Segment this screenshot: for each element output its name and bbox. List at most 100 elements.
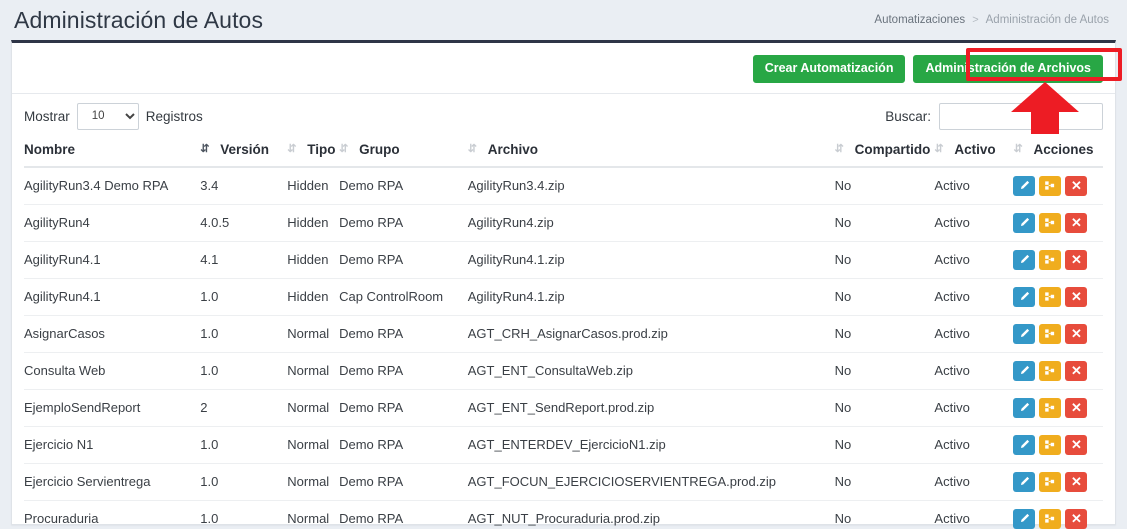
column-header-archivo[interactable]: ⇵ Archivo [468,136,835,167]
sort-icon-compartido[interactable]: ⇵ [835,144,849,155]
edit-icon[interactable] [1013,361,1035,381]
page-header: Administración de Autos Automatizaciones… [0,0,1127,40]
share-icon[interactable] [1039,361,1061,381]
column-label-tipo: Tipo [307,142,335,157]
cell-activo: Activo [934,278,1013,315]
action-button-group: ✕ [1013,472,1103,492]
sort-icon-grupo[interactable]: ⇵ [339,144,353,155]
share-icon[interactable] [1039,324,1061,344]
edit-icon[interactable] [1013,324,1035,344]
cell-acciones: ✕ [1013,500,1103,529]
cell-version: 4.0.5 [200,204,287,241]
page-title: Administración de Autos [14,7,263,34]
share-icon[interactable] [1039,398,1061,418]
page-length-label-lead: Mostrar [24,109,70,124]
sort-icon-acciones[interactable]: ⇵ [1013,144,1027,155]
cell-tipo: Hidden [287,204,339,241]
column-header-compartido[interactable]: ⇵ Compartido [835,136,935,167]
edit-icon[interactable] [1013,398,1035,418]
delete-icon[interactable]: ✕ [1065,472,1087,492]
table-row: Procuraduria1.0NormalDemo RPAAGT_NUT_Pro… [24,500,1103,529]
cell-grupo: Demo RPA [339,352,468,389]
delete-glyph: ✕ [1071,253,1082,266]
cell-compartido: No [835,426,935,463]
delete-glyph: ✕ [1071,290,1082,303]
cell-version: 1.0 [200,500,287,529]
delete-icon[interactable]: ✕ [1065,398,1087,418]
column-header-tipo[interactable]: ⇵ Tipo [287,136,339,167]
share-icon[interactable] [1039,213,1061,233]
column-header-nombre[interactable]: Nombre [24,136,200,167]
action-button-group: ✕ [1013,324,1103,344]
cell-version: 2 [200,389,287,426]
share-icon[interactable] [1039,472,1061,492]
column-header-activo[interactable]: ⇵ Activo [934,136,1013,167]
crear-automatizacion-button[interactable]: Crear Automatización [753,55,906,83]
cell-version: 1.0 [200,278,287,315]
cell-archivo: AgilityRun4.1.zip [468,278,835,315]
table-row: AgilityRun3.4 Demo RPA3.4HiddenDemo RPAA… [24,167,1103,205]
delete-icon[interactable]: ✕ [1065,287,1087,307]
breadcrumb-item-automatizaciones[interactable]: Automatizaciones [874,14,965,26]
sort-icon-activo[interactable]: ⇵ [934,144,948,155]
action-button-group: ✕ [1013,287,1103,307]
action-button-group: ✕ [1013,250,1103,270]
sort-icon-archivo[interactable]: ⇵ [468,144,482,155]
share-icon[interactable] [1039,509,1061,529]
edit-icon[interactable] [1013,435,1035,455]
edit-icon[interactable] [1013,287,1035,307]
delete-icon[interactable]: ✕ [1065,361,1087,381]
share-icon[interactable] [1039,435,1061,455]
cell-nombre: EjemploSendReport [24,389,200,426]
cell-grupo: Demo RPA [339,315,468,352]
sort-icon-tipo[interactable]: ⇵ [287,144,301,155]
table-row: Ejercicio Servientrega1.0NormalDemo RPAA… [24,463,1103,500]
share-icon[interactable] [1039,250,1061,270]
cell-archivo: AgilityRun4.zip [468,204,835,241]
cell-activo: Activo [934,241,1013,278]
column-label-grupo: Grupo [359,142,400,157]
column-label-nombre: Nombre [24,142,75,157]
action-button-group: ✕ [1013,398,1103,418]
search-input[interactable] [939,103,1103,130]
table-row: Consulta Web1.0NormalDemo RPAAGT_ENT_Con… [24,352,1103,389]
cell-acciones: ✕ [1013,204,1103,241]
share-icon[interactable] [1039,287,1061,307]
delete-icon[interactable]: ✕ [1065,324,1087,344]
edit-icon[interactable] [1013,176,1035,196]
administracion-de-archivos-button[interactable]: Administración de Archivos [913,55,1103,83]
cell-nombre: Ejercicio Servientrega [24,463,200,500]
edit-icon[interactable] [1013,472,1035,492]
column-label-version: Versión [220,142,269,157]
table-row: Ejercicio N11.0NormalDemo RPAAGT_ENTERDE… [24,426,1103,463]
cell-grupo: Demo RPA [339,426,468,463]
column-header-version[interactable]: ⇵ Versión [200,136,287,167]
edit-icon[interactable] [1013,213,1035,233]
cell-nombre: AgilityRun4.1 [24,278,200,315]
delete-icon[interactable]: ✕ [1065,176,1087,196]
share-icon[interactable] [1039,176,1061,196]
sort-icon-version[interactable]: ⇵ [200,144,214,155]
cell-compartido: No [835,241,935,278]
cell-archivo: AGT_ENTERDEV_EjercicioN1.zip [468,426,835,463]
table-row: AgilityRun4.14.1HiddenDemo RPAAgilityRun… [24,241,1103,278]
page-length-select[interactable]: 10 25 50 100 [77,103,139,130]
cell-archivo: AGT_ENT_SendReport.prod.zip [468,389,835,426]
automations-table: Nombre ⇵ Versión ⇵ Tipo [24,136,1103,529]
delete-icon[interactable]: ✕ [1065,435,1087,455]
delete-icon[interactable]: ✕ [1065,213,1087,233]
cell-grupo: Demo RPA [339,463,468,500]
edit-icon[interactable] [1013,509,1035,529]
cell-compartido: No [835,315,935,352]
cell-tipo: Normal [287,463,339,500]
delete-icon[interactable]: ✕ [1065,250,1087,270]
cell-compartido: No [835,352,935,389]
cell-tipo: Hidden [287,278,339,315]
cell-activo: Activo [934,463,1013,500]
delete-glyph: ✕ [1071,364,1082,377]
column-label-compartido: Compartido [855,142,931,157]
edit-icon[interactable] [1013,250,1035,270]
delete-icon[interactable]: ✕ [1065,509,1087,529]
column-header-grupo[interactable]: ⇵ Grupo [339,136,468,167]
cell-grupo: Demo RPA [339,167,468,205]
